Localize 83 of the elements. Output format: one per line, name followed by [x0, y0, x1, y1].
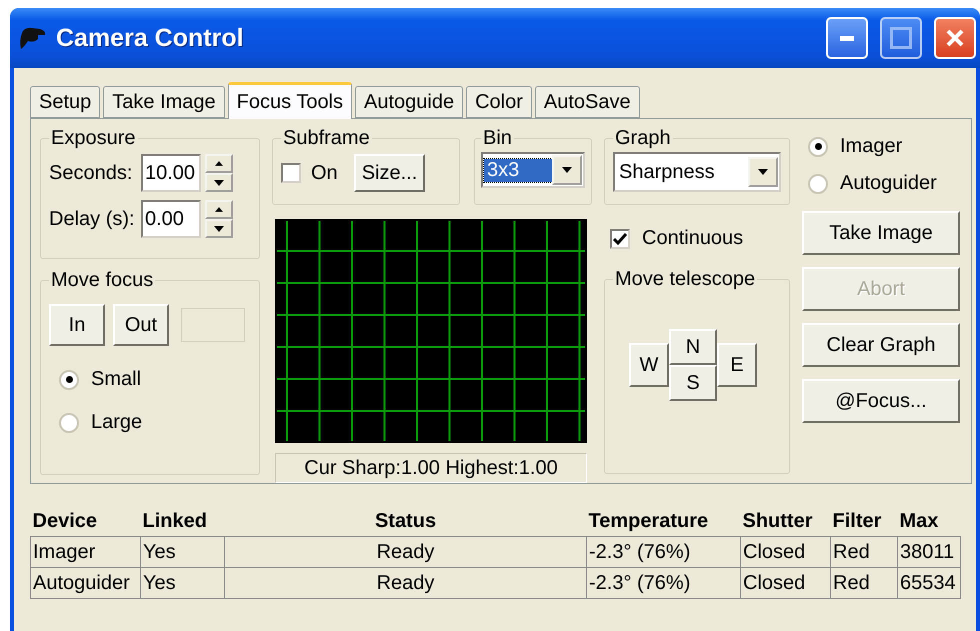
table-cell: Yes: [140, 536, 224, 568]
spin-up-button[interactable]: [205, 154, 233, 173]
close-button[interactable]: [934, 17, 976, 59]
radio-button[interactable]: [808, 136, 828, 156]
action-button[interactable]: @Focus...: [802, 379, 960, 423]
radio-label[interactable]: Imager: [840, 135, 902, 158]
graph-dropdown[interactable]: Sharpness: [613, 152, 781, 192]
window-title: Camera Control: [56, 24, 245, 52]
field-label: Seconds:: [49, 162, 134, 184]
step-field[interactable]: [181, 308, 245, 342]
down-arrow-icon: [214, 180, 224, 186]
direction-button[interactable]: W: [629, 343, 669, 387]
dropdown-button[interactable]: [748, 157, 778, 187]
minimize-icon: [840, 36, 854, 40]
dropdown-arrow-icon: [758, 169, 768, 175]
tab[interactable]: Take Image: [103, 86, 225, 118]
table-cell: 65534: [898, 568, 960, 598]
column-header: Device: [30, 506, 140, 536]
column-header: Shutter: [740, 506, 830, 536]
table-cell: -2.3° (76%): [586, 568, 740, 598]
spin-down-button[interactable]: [205, 219, 233, 238]
graph-status: Cur Sharp:1.00 Highest:1.00: [275, 453, 587, 483]
column-header: Linked: [140, 506, 224, 536]
column-header: Status: [224, 506, 586, 536]
spin-field[interactable]: 10.00: [141, 154, 201, 192]
maximize-icon: [890, 27, 912, 49]
spin-field[interactable]: 0.00: [141, 200, 201, 238]
down-arrow-icon: [214, 226, 224, 232]
maximize-button[interactable]: [880, 17, 922, 59]
group-label: Bin: [482, 127, 513, 150]
column-header: Max: [898, 506, 960, 536]
checkbox-label[interactable]: On: [311, 162, 338, 184]
column-header: Filter: [830, 506, 898, 536]
table-cell: Autoguider: [30, 568, 140, 598]
group-label: Exposure: [50, 127, 136, 150]
radio-button[interactable]: [808, 174, 828, 194]
radio-button[interactable]: [59, 370, 79, 390]
field-label: Delay (s):: [49, 208, 136, 230]
radio-button[interactable]: [59, 412, 79, 432]
checkbox[interactable]: [610, 228, 630, 248]
action-button[interactable]: Clear Graph: [802, 323, 960, 367]
bin-dropdown[interactable]: 3x3: [481, 152, 585, 188]
radio-label[interactable]: Small: [91, 368, 142, 391]
radio-label[interactable]: Large: [91, 411, 142, 434]
table-cell: 38011: [898, 536, 960, 568]
table-cell: Red: [830, 568, 898, 598]
focus-step-button[interactable]: In: [49, 304, 105, 346]
focus-step-button[interactable]: Out: [113, 304, 169, 346]
minimize-button[interactable]: [826, 17, 868, 59]
table-cell: Closed: [740, 536, 830, 568]
column-header: Temperature: [586, 506, 740, 536]
table-cell: Yes: [140, 568, 224, 598]
size-button[interactable]: Size...: [354, 154, 426, 192]
dropdown-arrow-icon: [562, 167, 572, 173]
radio-label[interactable]: Autoguider: [840, 172, 937, 195]
tab[interactable]: Autoguide: [355, 86, 464, 118]
tab[interactable]: Focus Tools: [228, 82, 352, 119]
group-label: Subframe: [282, 127, 371, 150]
direction-button[interactable]: E: [717, 343, 757, 387]
spin-up-button[interactable]: [205, 200, 233, 219]
table-cell: Imager: [30, 536, 140, 568]
table-cell: -2.3° (76%): [586, 536, 740, 568]
direction-button[interactable]: N: [669, 329, 717, 365]
table-cell: Ready: [224, 536, 586, 568]
action-button[interactable]: Take Image: [802, 211, 960, 255]
table-cell: Red: [830, 536, 898, 568]
group-label: Move telescope: [614, 268, 756, 291]
checkbox-label[interactable]: Continuous: [642, 227, 744, 250]
tab[interactable]: Color: [466, 86, 532, 118]
group-label: Move focus: [50, 269, 154, 292]
checkmark-icon: [613, 232, 627, 244]
table-cell: Closed: [740, 568, 830, 598]
tab[interactable]: AutoSave: [534, 86, 640, 118]
checkbox[interactable]: [281, 163, 301, 183]
direction-button[interactable]: S: [669, 365, 717, 401]
tab[interactable]: Setup: [30, 86, 100, 118]
table-cell: Ready: [224, 568, 586, 598]
group-label: Graph: [614, 127, 672, 150]
up-arrow-icon: [215, 161, 223, 166]
up-arrow-icon: [215, 207, 223, 212]
dropdown-button[interactable]: [552, 155, 582, 185]
close-icon: [945, 28, 965, 48]
spin-down-button[interactable]: [205, 173, 233, 192]
